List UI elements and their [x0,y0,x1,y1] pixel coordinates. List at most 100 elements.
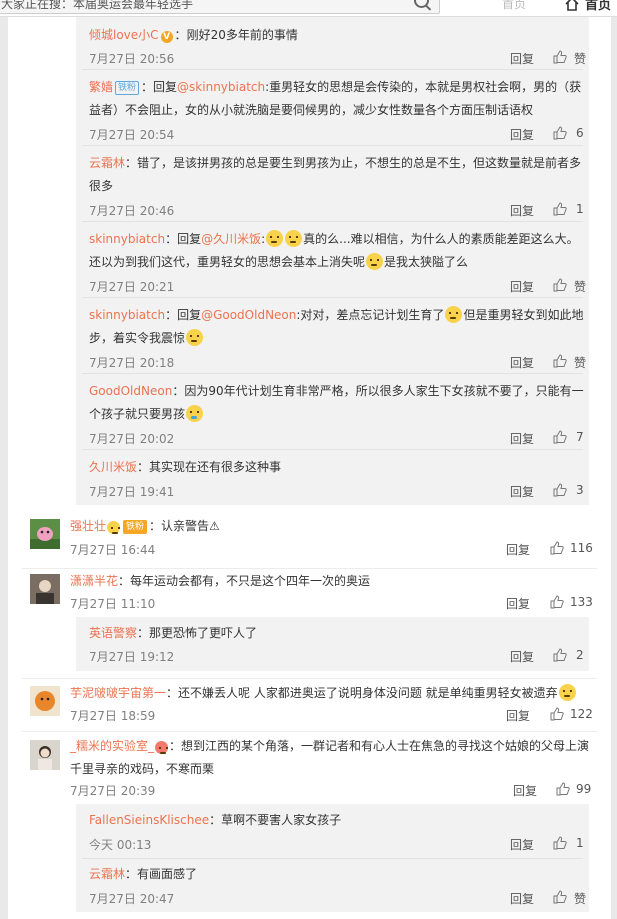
comment-text: 潇潇半花：每年运动会都有，不只是这个四年一次的奥运 [70,574,371,588]
reply-text: GoodOldNeon：因为90年代计划生育非常严格，所以很多人家生下女孩就不要… [89,384,584,422]
reply-button[interactable]: 回复 [510,354,534,371]
thumbs-up-icon[interactable] [556,782,570,796]
reply-username[interactable]: FallenSieinsKlischee [89,813,209,827]
like-count: 6 [576,126,584,140]
reply-item: 繁嫱 铁粉 ：回复@skinnybiatch:重男轻女的思想是会传染的，本就是男权社… [76,69,589,145]
mention-link[interactable]: @GoodOldNeon [201,308,296,322]
reply-text: FallenSieinsKlischee：草啊不要害人家女孩子 [89,813,342,827]
comment-username[interactable]: 潇潇半花 [70,574,118,588]
reply-time: 7月27日 20:47 [89,892,175,906]
reply-username[interactable]: 英语警察 [89,626,137,640]
like-button-label[interactable]: 赞 [574,278,586,295]
avatar[interactable] [30,740,60,770]
reply-text: skinnybiatch：回复@GoodOldNeon:对对，差点忘记计划生育了… [89,306,584,346]
mention-link[interactable]: @久川米饭 [201,232,261,246]
emoji-icon [266,230,284,247]
reply-button[interactable]: 回复 [506,707,530,724]
comment-text: 芋泥啵啵宇宙第一：还不嫌丢人呢 人家都进奥运了说明身体没问题 就是单纯重男轻女被… [70,682,590,705]
reply-item: 久川米饭：其实现在还有很多这种事 7月27日 19:41 回复 3 [76,449,589,505]
verified-icon: V [160,31,173,43]
reply-content: 刚好20多年前的事情 [186,28,298,42]
like-count: 2 [576,648,584,662]
thumbs-up-icon[interactable] [553,890,567,904]
thumbs-up-icon[interactable] [550,595,564,609]
reply-username[interactable]: 云霜林 [89,156,125,170]
thumbs-up-icon[interactable] [550,541,564,555]
comment-time: 7月27日 20:39 [70,784,156,798]
divider [82,221,583,222]
reply-button[interactable]: 回复 [510,50,534,67]
comment-time: 7月27日 11:10 [70,597,156,611]
thumbs-up-icon[interactable] [553,126,567,140]
reply-item: skinnybiatch：回复@GoodOldNeon:对对，差点忘记计划生育了… [76,297,589,373]
reply-username[interactable]: 繁嫱 [89,80,113,94]
reply-button[interactable]: 回复 [510,836,534,853]
thumbs-up-icon[interactable] [550,707,564,721]
reply-button[interactable]: 回复 [510,202,534,219]
reply-button[interactable]: 回复 [510,483,534,500]
reply-time: 7月27日 19:12 [89,650,175,664]
like-button-label[interactable]: 赞 [574,50,586,67]
comment-username[interactable]: 强壮壮 [70,519,106,533]
comment-item: 潇潇半花：每年运动会都有，不只是这个四年一次的奥运 7月27日 11:10 回复… [8,567,611,617]
emoji-icon [558,684,576,701]
thumbs-up-icon[interactable] [553,50,567,64]
comment-username[interactable]: 芋泥啵啵宇宙第一 [70,686,166,700]
reply-username[interactable]: skinnybiatch [89,308,165,322]
comment-content: 还不嫌丢人呢 人家都进奥运了说明身体没问题 就是单纯重男轻女被遗弃 [178,686,558,700]
thumbs-up-icon[interactable] [553,648,567,662]
thumbs-up-icon[interactable] [553,354,567,368]
reply-button[interactable]: 回复 [506,541,530,558]
home-link[interactable]: 首页 [585,0,611,13]
avatar[interactable] [30,686,60,716]
emoji-icon [285,230,303,247]
like-button-label[interactable]: 赞 [574,354,586,371]
like-count: 122 [570,707,593,721]
comment-time: 7月27日 16:44 [70,543,156,557]
nested-replies-panel: FallenSieinsKlischee：草啊不要害人家女孩子 今天 00:13… [76,804,589,912]
like-button-label[interactable]: 赞 [574,890,586,907]
divider [82,858,583,859]
nav-link-faded[interactable]: 首页 [502,0,526,12]
reply-item: skinnybiatch：回复@久川米饭: 真的么...难以相信，为什么人的素质能… [76,221,589,297]
reply-button[interactable]: 回复 [506,595,530,612]
comment-username[interactable]: _糯米的实验室_ [70,739,154,753]
thumbs-up-icon[interactable] [553,483,567,497]
comment-item: 强壮壮 铁粉 ：认亲警告⚠ 7月27日 16:44 回复 116 [8,514,611,566]
reply-username[interactable]: 倾城love小C [89,28,159,42]
reply-button[interactable]: 回复 [510,430,534,447]
reply-button[interactable]: 回复 [510,648,534,665]
reply-content: 有画面感了 [137,867,198,881]
like-count: 1 [576,202,584,216]
thumbs-up-icon[interactable] [553,836,567,850]
search-box[interactable]: 大家正在搜：本届奥运会最年轻选手 [0,0,440,14]
reply-username[interactable]: 久川米饭 [89,460,137,474]
reply-button[interactable]: 回复 [510,126,534,143]
reply-time: 今天 00:13 [89,838,152,852]
search-icon[interactable] [414,0,429,8]
reply-text: 久川米饭：其实现在还有很多这种事 [89,460,282,474]
mention-link[interactable]: @skinnybiatch [177,80,265,94]
reply-time: 7月27日 19:41 [89,485,175,499]
thumbs-up-icon[interactable] [553,202,567,216]
like-count: 7 [576,430,584,444]
reply-button[interactable]: 回复 [513,782,537,799]
like-count: 99 [576,782,592,796]
reply-username[interactable]: skinnybiatch [89,232,165,246]
reply-username[interactable]: GoodOldNeon [89,384,172,398]
avatar[interactable] [30,574,60,604]
search-placeholder[interactable]: 大家正在搜：本届奥运会最年轻选手 [1,0,193,12]
reply-item: 倾城love小C V ：刚好20多年前的事情 7月27日 20:56 回复 赞 [76,17,589,69]
reply-text: 云霜林：错了，是该拼男孩的总是要生到男孩为止，不想生的总是不生，但这数量就是前者… [89,156,582,193]
reply-content: 那更恐怖了更吓人了 [149,626,258,640]
home-icon[interactable] [565,0,579,11]
like-count: 3 [576,483,584,497]
reply-text: 英语警察：那更恐怖了更吓人了 [89,626,258,640]
reply-button[interactable]: 回复 [510,890,534,907]
thumbs-up-icon[interactable] [553,430,567,444]
avatar[interactable] [30,519,60,549]
fan-badge: 铁粉 [123,520,148,534]
thumbs-up-icon[interactable] [553,278,567,292]
reply-username[interactable]: 云霜林 [89,867,125,881]
reply-button[interactable]: 回复 [510,278,534,295]
